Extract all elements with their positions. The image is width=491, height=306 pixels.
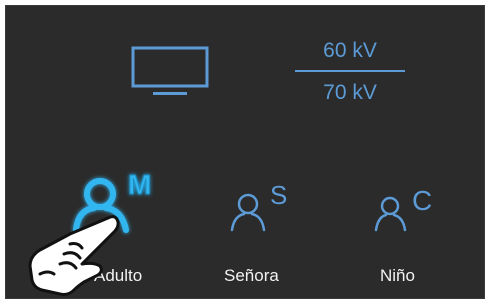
kv-value-bottom[interactable]: 70 kV (291, 81, 409, 105)
patient-letter: S (270, 180, 287, 210)
patient-letter: M (128, 169, 151, 200)
patient-label-child: Niño (380, 266, 415, 285)
kv-selector[interactable]: 60 kV 70 kV (291, 35, 409, 107)
kv-divider (295, 70, 405, 72)
patient-letter: C (412, 185, 432, 216)
person-icon[interactable]: C (372, 182, 446, 238)
patient-selection-panel: 60 kV 70 kV M Adulto S Señora C Niño (5, 5, 485, 299)
monitor-icon[interactable] (127, 44, 213, 100)
patient-label-woman: Señora (224, 266, 279, 285)
person-icon[interactable]: S (228, 178, 300, 236)
pointing-hand-icon (28, 215, 120, 296)
kv-value-top[interactable]: 60 kV (291, 39, 409, 63)
